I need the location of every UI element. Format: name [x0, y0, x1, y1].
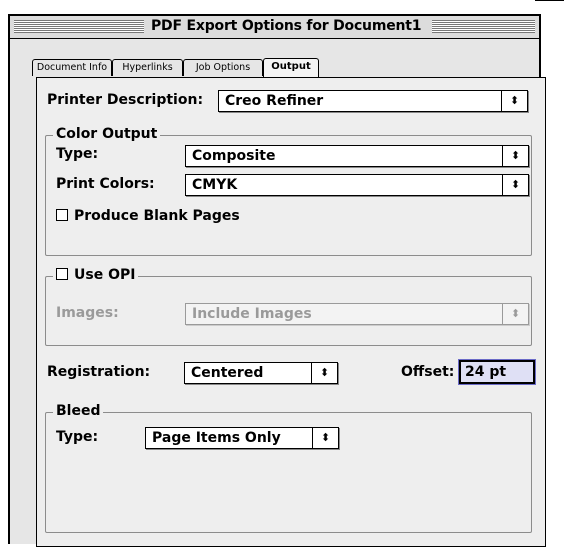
registration-value: Centered: [191, 365, 264, 381]
popup-arrow-icon: ⬍: [501, 91, 527, 111]
print-colors-value: CMYK: [192, 177, 238, 193]
title-bar[interactable]: PDF Export Options for Document1: [10, 16, 539, 39]
tab-job-options[interactable]: Job Options: [183, 59, 263, 76]
popup-arrow-icon: ⬍: [311, 363, 337, 383]
registration-popup[interactable]: Centered ⬍: [184, 362, 338, 384]
title-stripes-right: [432, 20, 535, 33]
popup-arrow-icon: ⬍: [502, 304, 528, 324]
corner-line: [535, 0, 564, 1]
opi-group: Use OPI Images: Include Images ⬍: [45, 267, 532, 346]
printer-description-value: Creo Refiner: [225, 93, 324, 109]
popup-arrow-icon: ⬍: [502, 146, 528, 166]
tab-output[interactable]: Output: [263, 58, 319, 77]
bleed-type-label: Type:: [56, 429, 99, 445]
bleed-title: Bleed: [53, 403, 104, 419]
print-colors-label: Print Colors:: [56, 176, 155, 192]
popup-arrow-icon: ⬍: [312, 428, 338, 448]
title-stripes-left: [14, 20, 144, 33]
use-opi-label: Use OPI: [74, 267, 136, 283]
tab-document-info[interactable]: Document Info: [32, 59, 112, 76]
dialog-window: PDF Export Options for Document1 Documen…: [8, 14, 546, 547]
bleed-type-value: Page Items Only: [152, 430, 281, 446]
checkbox-icon[interactable]: [56, 209, 68, 221]
color-output-title: Color Output: [53, 126, 161, 142]
tab-hyperlinks[interactable]: Hyperlinks: [112, 59, 183, 76]
bleed-type-popup[interactable]: Page Items Only ⬍: [145, 427, 339, 449]
color-type-value: Composite: [192, 148, 276, 164]
produce-blank-pages-label: Produce Blank Pages: [74, 208, 240, 224]
opi-images-label: Images:: [56, 305, 119, 321]
offset-label: Offset:: [401, 364, 455, 380]
registration-label: Registration:: [47, 364, 151, 380]
popup-arrow-icon: ⬍: [502, 175, 528, 195]
color-output-group: Color Output Type: Composite ⬍ Print Col…: [45, 126, 532, 256]
window-title: PDF Export Options for Document1: [147, 18, 426, 34]
print-colors-popup[interactable]: CMYK ⬍: [185, 174, 529, 196]
bleed-group: Bleed Type: Page Items Only ⬍: [45, 403, 532, 533]
printer-description-label: Printer Description:: [47, 92, 204, 108]
color-type-label: Type:: [56, 146, 99, 162]
output-panel: Printer Description: Creo Refiner ⬍ Colo…: [36, 77, 546, 547]
produce-blank-pages-checkbox[interactable]: Produce Blank Pages: [56, 208, 240, 224]
opi-images-popup: Include Images ⬍: [185, 303, 529, 325]
printer-description-popup[interactable]: Creo Refiner ⬍: [218, 90, 528, 112]
color-type-popup[interactable]: Composite ⬍: [185, 145, 529, 167]
opi-images-value: Include Images: [192, 306, 312, 322]
offset-input[interactable]: 24 pt: [458, 359, 536, 385]
checkbox-icon[interactable]: [56, 268, 68, 280]
use-opi-checkbox[interactable]: Use OPI: [53, 267, 139, 283]
